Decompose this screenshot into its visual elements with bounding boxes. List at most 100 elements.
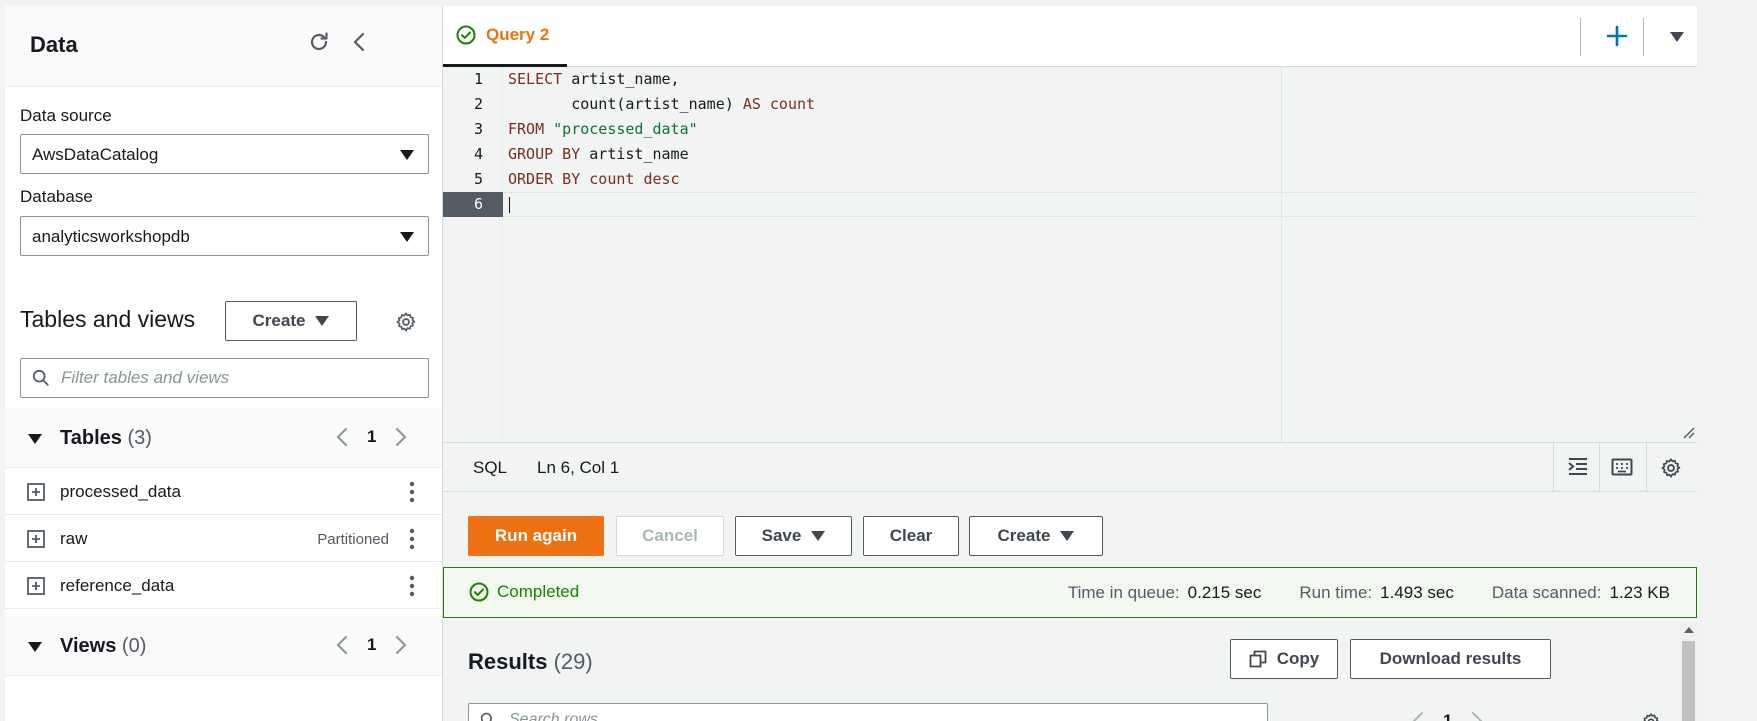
create-table-button[interactable]: Create [225, 301, 357, 341]
stat-label: Run time: [1299, 583, 1373, 602]
database-select[interactable]: analyticsworkshopdb [20, 216, 429, 256]
stat-label: Time in queue: [1067, 583, 1180, 602]
search-rows-input[interactable]: Search rows [468, 703, 1268, 721]
prev-page-icon[interactable] [1411, 710, 1425, 721]
line-number: 1 [474, 70, 484, 88]
scroll-up-arrow-icon[interactable] [1684, 627, 1694, 633]
active-line-number: 6 [443, 192, 503, 217]
more-actions-icon[interactable] [409, 575, 415, 597]
stat-value: 1.23 KB [1609, 583, 1671, 602]
caret-down-icon [811, 531, 826, 541]
tab-query-2[interactable]: Query 2 [443, 6, 567, 67]
views-title-text: Views [60, 635, 117, 657]
table-name: processed_data [60, 482, 181, 501]
resize-handle-icon[interactable] [1681, 425, 1695, 439]
tables-section-header[interactable]: Tables (3) 1 [5, 408, 442, 468]
active-line-highlight [503, 192, 1697, 217]
views-page-number: 1 [367, 635, 377, 654]
results-panel: Results (29) Copy Download results Searc… [443, 618, 1697, 721]
query-actions-bar: Run again Cancel Save Clear Create [443, 492, 1697, 574]
tables-pager: 1 [335, 426, 408, 448]
query-tab-bar: Query 2 [443, 6, 1697, 67]
editor-settings-gear-icon[interactable] [1660, 457, 1682, 479]
divider [1599, 443, 1600, 492]
keyword: GROUP BY [508, 145, 581, 163]
keyword: AS count [742, 95, 816, 113]
query-status-banner: Completed Time in queue: 0.215 sec Run ti… [443, 567, 1697, 618]
create-label: Create [997, 526, 1051, 545]
copy-button[interactable]: Copy [1230, 639, 1338, 679]
more-actions-icon[interactable] [409, 481, 415, 503]
partitioned-badge: Partitioned [317, 531, 389, 548]
code-line: ORDER BY count desc [508, 167, 680, 192]
check-circle-icon [456, 25, 476, 45]
next-page-icon[interactable] [394, 634, 408, 656]
stat-label: Data scanned: [1491, 583, 1602, 602]
text-cursor [509, 197, 510, 213]
search-icon [32, 369, 50, 387]
code-line: FROM "processed_data" [508, 117, 698, 142]
results-settings-gear-icon[interactable] [1641, 712, 1661, 721]
collapse-chevron-left-icon[interactable] [348, 30, 372, 54]
line-number: 2 [474, 95, 484, 113]
add-query-plus-icon[interactable] [1605, 24, 1629, 48]
data-panel-header: Data [5, 6, 442, 87]
clear-button[interactable]: Clear [863, 516, 959, 556]
scroll-thumb[interactable] [1682, 641, 1695, 721]
keyboard-icon[interactable] [1611, 458, 1633, 476]
prev-page-icon[interactable] [335, 634, 349, 656]
code-text: artist_name [580, 145, 689, 163]
completed-text: Completed [497, 582, 580, 601]
sql-code-editor[interactable]: 1 2 3 4 5 6 SELECT artist_name, count(ar… [443, 67, 1697, 442]
filter-tables-input[interactable]: Filter tables and views [20, 358, 429, 398]
results-scrollbar[interactable] [1680, 623, 1697, 721]
stat-value: 0.215 sec [1187, 583, 1262, 602]
more-actions-icon[interactable] [409, 528, 415, 550]
expand-caret-icon[interactable] [28, 642, 42, 652]
expand-plus-icon[interactable] [27, 577, 45, 595]
search-icon [480, 712, 496, 721]
download-results-button[interactable]: Download results [1350, 639, 1551, 679]
prev-page-icon[interactable] [335, 426, 349, 448]
data-source-select[interactable]: AwsDataCatalog [20, 134, 429, 174]
expand-plus-icon[interactable] [27, 483, 45, 501]
string-literal: "processed_data" [553, 120, 698, 138]
keyword: FROM [508, 120, 554, 138]
refresh-icon[interactable] [307, 30, 331, 54]
results-title: Results (29) [468, 649, 593, 675]
tables-page-number: 1 [367, 427, 377, 446]
tabs-menu-caret-icon[interactable] [1669, 31, 1685, 43]
table-row[interactable]: processed_data [5, 468, 442, 515]
caret-down-icon [1060, 531, 1075, 541]
run-again-button[interactable]: Run again [468, 516, 604, 556]
line-number: 5 [474, 170, 484, 188]
settings-gear-icon[interactable] [395, 311, 417, 333]
copy-icon [1249, 650, 1267, 668]
code-text: count(artist_name) [508, 95, 743, 113]
divider [1646, 443, 1647, 492]
next-page-icon[interactable] [1470, 710, 1484, 721]
completed-status: Completed [469, 582, 579, 602]
expand-caret-icon[interactable] [28, 434, 42, 444]
next-page-icon[interactable] [394, 426, 408, 448]
clear-label: Clear [889, 526, 933, 545]
expand-plus-icon[interactable] [27, 530, 45, 548]
copy-label: Copy [1276, 649, 1320, 668]
save-button[interactable]: Save [735, 516, 852, 556]
code-line: count(artist_name) AS count [508, 92, 815, 117]
tables-title-text: Tables [60, 427, 122, 449]
cursor-position: Ln 6, Col 1 [537, 458, 620, 477]
code-text: artist_name, [562, 70, 680, 88]
line-number: 4 [474, 145, 484, 163]
table-row[interactable]: raw Partitioned [5, 515, 442, 562]
format-indent-icon[interactable] [1567, 457, 1589, 477]
cancel-button[interactable]: Cancel [616, 516, 724, 556]
keyword: SELECT [508, 70, 563, 88]
create-button[interactable]: Create [969, 516, 1103, 556]
table-row[interactable]: reference_data [5, 562, 442, 609]
data-panel: Data Data source AwsDataCatalog Database… [5, 6, 443, 721]
data-source-label: Data source [20, 106, 112, 125]
search-rows-placeholder: Search rows [509, 711, 598, 721]
views-section-header[interactable]: Views (0) 1 [5, 616, 442, 676]
caret-down-icon [315, 316, 330, 326]
